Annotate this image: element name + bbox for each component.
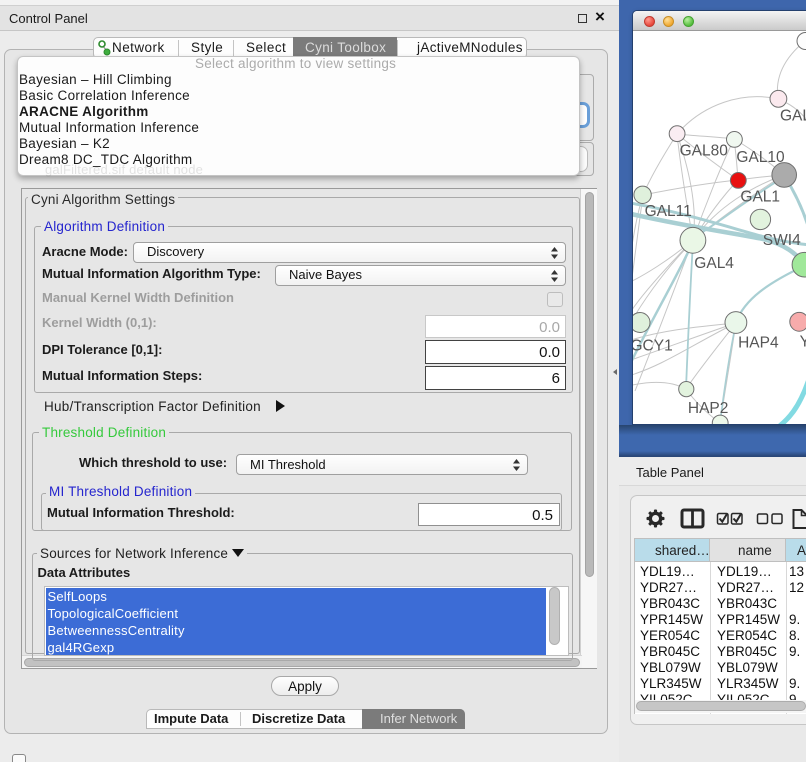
svg-text:GAL11: GAL11	[645, 203, 692, 220]
svg-text:SWI4: SWI4	[763, 232, 801, 249]
svg-text:YJ: YJ	[800, 334, 806, 351]
svg-text:HAP4: HAP4	[738, 335, 779, 352]
svg-text:GAL2: GAL2	[780, 108, 806, 125]
svg-text:GAL4: GAL4	[694, 255, 734, 272]
svg-text:GCY1: GCY1	[633, 338, 673, 355]
svg-text:HAP2: HAP2	[688, 400, 729, 417]
svg-text:GAL80: GAL80	[680, 143, 729, 160]
svg-text:GAL1: GAL1	[740, 189, 780, 206]
svg-text:GAL10: GAL10	[736, 149, 785, 166]
